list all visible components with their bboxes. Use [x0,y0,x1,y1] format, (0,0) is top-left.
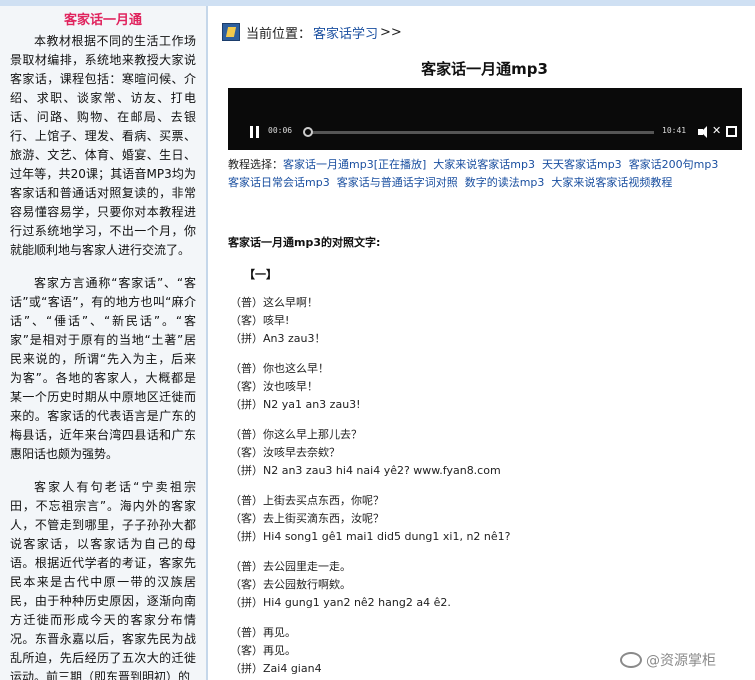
tutorial-link[interactable]: 天天客家话mp3 [542,158,622,171]
hakka-line: （客）去上街买滴东西，汝呢？ [230,512,384,525]
mandarin-line: （普）再见。 [230,626,296,639]
mandarin-line: （普）这么早啊！ [230,296,318,309]
pinyin-line: （拼）N2 ya1 an3 zau3! [230,398,361,411]
main-content: 当前位置： 客家话学习 >> 客家话一月通mp3 00:06 10:41 ✕ 教… [218,6,755,680]
pinyin-line: （拼）Hi4 gung1 yan2 nê2 hang2 a4 ê2. [230,596,451,609]
dialog-block: （普）你这么早上那儿去？ （客）汝咳早去奈欸？ （拼）N2 an3 zau3 h… [230,426,730,480]
dialog-block: （普）去公园里走一走。 （客）去公园敖行啊欸。 （拼）Hi4 gung1 yan… [230,558,730,612]
notebook-pencil-icon [222,23,240,41]
watermark: @资源掌柜 [620,650,716,670]
watermark-text: @资源掌柜 [646,653,716,669]
page-title: 客家话一月通mp3 [421,60,548,78]
tutorial-link[interactable]: 数字的读法mp3 [465,176,545,189]
breadcrumb-link[interactable]: 客家话学习 [313,23,378,42]
tutorial-link[interactable]: 客家话200句mp3 [629,158,719,171]
tutorial-link[interactable]: 大家来说客家话视频教程 [551,176,672,189]
mute-x-icon[interactable]: ✕ [712,124,721,137]
dialog-block: （普）你也这么早！ （客）汝也咳早！ （拼）N2 ya1 an3 zau3! [230,360,730,414]
breadcrumb-label: 当前位置： [246,26,312,42]
dialog-block: （普）这么早啊！ （客）咳早! （拼）An3 zau3！ [230,294,730,348]
breadcrumb: 当前位置： 客家话学习 >> [222,20,755,44]
hakka-line: （客）汝咳早去奈欸？ [230,446,340,459]
section-heading: 客家话一月通mp3的对照文字: [228,236,381,249]
pinyin-line: （拼）N2 an3 zau3 hi4 nai4 yê2? www.fyan8.c… [230,464,501,477]
volume-icon[interactable] [698,126,710,138]
breadcrumb-separator: >> [380,24,402,40]
hakka-line: （客）汝也咳早！ [230,380,318,393]
lesson-label: 【一】 [244,268,277,281]
pinyin-line: （拼）An3 zau3！ [230,332,326,345]
dialog-list: （普）这么早啊！ （客）咳早! （拼）An3 zau3！ （普）你也这么早！ （… [230,294,730,680]
duration-time: 10:41 [662,126,687,135]
tutorial-link[interactable]: 大家来说客家话mp3 [433,158,535,171]
mandarin-line: （普）去公园里走一走。 [230,560,351,573]
audio-player[interactable]: 00:06 10:41 ✕ [228,88,742,150]
tutorial-link[interactable]: 客家话一月通mp3[正在播放] [283,158,426,171]
sidebar-paragraph: 客家人有句老话“宁卖祖宗田，不忘祖宗言”。海内外的客家人，不管走到哪里，子子孙孙… [10,480,196,680]
mandarin-line: （普）你也这么早！ [230,362,329,375]
tutorial-selector: 教程选择：客家话一月通mp3[正在播放] 大家来说客家话mp3 天天客家话mp3 客家… [228,156,738,192]
mandarin-line: （普）上街去买点东西，你呢？ [230,494,384,507]
tutorial-label: 教程选择： [228,158,283,171]
sidebar-paragraph: 客家方言通称“客家话”、“客话”或“客语”，有的地方也叫“麻介话”、“倕话”、“… [10,276,196,461]
hakka-line: （客）去公园敖行啊欸。 [230,578,351,591]
weibo-logo-icon [620,652,642,668]
current-time: 00:06 [268,126,293,135]
progress-track[interactable] [304,131,654,134]
sidebar-title: 客家话一月通 [63,13,142,28]
sidebar-paragraph: 本教材根据不同的生活工作场景取材编排，系统地来教授大家说客家话，课程包括：寒暄问… [10,34,196,257]
tutorial-link[interactable]: 客家话与普通话字词对照 [337,176,458,189]
fullscreen-icon[interactable] [726,126,737,137]
dialog-block: （普）上街去买点东西，你呢？ （客）去上街买滴东西，汝呢？ （拼）Hi4 son… [230,492,730,546]
mandarin-line: （普）你这么早上那儿去？ [230,428,362,441]
sidebar: 客家话一月通 本教材根据不同的生活工作场景取材编排，系统地来教授大家说客家话，课… [0,6,208,680]
progress-thumb[interactable] [302,127,313,137]
tutorial-link[interactable]: 客家话日常会话mp3 [228,176,330,189]
pinyin-line: （拼）Hi4 song1 gê1 mai1 did5 dung1 xi1, n2… [230,530,511,543]
hakka-line: （客）咳早! [230,314,290,327]
pause-icon[interactable] [250,126,260,138]
